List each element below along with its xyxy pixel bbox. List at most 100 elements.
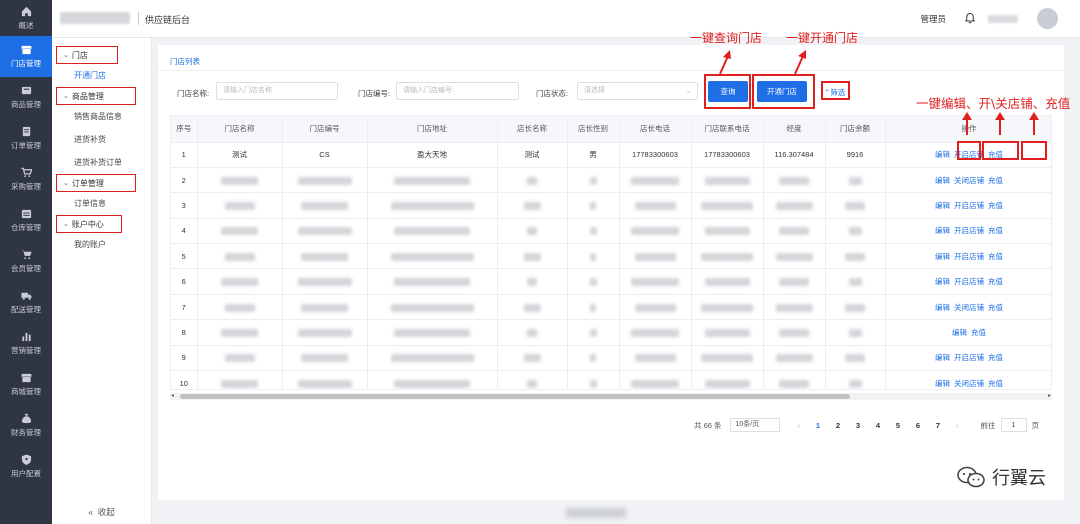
row-action-link[interactable]: 开启店铺 — [954, 226, 984, 235]
collapse-button[interactable]: « 收起 — [52, 506, 151, 518]
row-action-link[interactable]: 充值 — [988, 353, 1003, 362]
redacted-text — [301, 201, 348, 210]
table-cell-redacted — [567, 218, 620, 245]
row-action-link[interactable]: 充值 — [988, 277, 1003, 286]
submenu-item-restock-orders[interactable]: 进货补货订单 — [52, 151, 151, 174]
page-number[interactable]: 2 — [828, 421, 848, 430]
row-action-link[interactable]: 充值 — [988, 226, 1003, 235]
nav-item-cart[interactable]: 采购管理 — [0, 159, 52, 200]
avatar[interactable] — [1037, 8, 1058, 29]
store-table: 序号 门店名称 门店编号 门店地址 店长名称 店长性别 店长电话 门店联系电话 经度 门店余额 操作… — [170, 115, 1052, 390]
table-cell-redacted — [197, 370, 283, 389]
nav-item-member-cart[interactable]: 会员管理 — [0, 241, 52, 282]
redacted-text — [704, 176, 750, 185]
redacted-text — [701, 252, 753, 261]
row-action-link[interactable]: 编辑 — [952, 328, 967, 337]
redacted-text — [390, 303, 474, 312]
redacted-text — [701, 354, 753, 363]
page-number[interactable]: 7 — [928, 421, 948, 430]
admin-label[interactable]: 管理员 — [920, 13, 946, 25]
page-number[interactable]: 4 — [868, 421, 888, 430]
row-action-link[interactable]: 充值 — [988, 176, 1003, 185]
store-name-input[interactable]: 请输入门店名称 — [216, 82, 338, 100]
table-cell-index: 3 — [171, 192, 198, 219]
redacted-text — [775, 354, 813, 363]
next-page-icon[interactable]: › — [956, 421, 959, 430]
column-header: 门店联系电话 — [691, 116, 764, 143]
username[interactable] — [988, 15, 1018, 23]
redacted-text — [848, 176, 862, 185]
caret-down-icon: ⌄ — [63, 52, 69, 59]
submenu-item-restock[interactable]: 进货补货 — [52, 128, 151, 151]
submenu-item-open-store[interactable]: 开通门店 — [52, 64, 151, 87]
store-code-input[interactable]: 请输入门店编号: — [396, 82, 519, 100]
table-row: 10 编辑 关闭店铺 充值 — [171, 370, 1051, 389]
scrollbar-thumb[interactable] — [180, 394, 850, 399]
row-action-link[interactable]: 编辑 — [935, 303, 950, 312]
nav-item-truck[interactable]: 配送管理 — [0, 282, 52, 323]
row-action-link[interactable]: 编辑 — [935, 379, 950, 388]
nav-item-label: 财务管理 — [11, 428, 41, 437]
redacted-text — [704, 278, 750, 287]
horizontal-scrollbar[interactable]: ◂ ▸ — [170, 393, 1052, 400]
row-action-link[interactable]: 关闭店铺 — [954, 379, 984, 388]
nav-item-money-bag[interactable]: 财务管理 — [0, 405, 52, 446]
nav-item-shop[interactable]: 商城管理 — [0, 364, 52, 405]
nav-item-goods[interactable]: 商品管理 — [0, 77, 52, 118]
row-action-link[interactable]: 编辑 — [935, 353, 950, 362]
bell-icon[interactable] — [964, 12, 976, 24]
submenu-group-account[interactable]: ⌄ 账户中心 — [56, 215, 122, 233]
scroll-right-icon[interactable]: ▸ — [1048, 392, 1051, 399]
row-action-link[interactable]: 充值 — [988, 201, 1003, 210]
nav-item-home[interactable]: 概述 — [0, 0, 52, 36]
nav-item-bar-chart[interactable]: 营销管理 — [0, 323, 52, 364]
row-action-link[interactable]: 关闭店铺 — [954, 303, 984, 312]
money-bag-icon — [21, 413, 31, 424]
row-action-link[interactable]: 编辑 — [935, 252, 950, 261]
page-number[interactable]: 6 — [908, 421, 928, 430]
row-action-link[interactable]: 开启店铺 — [954, 252, 984, 261]
table-cell-redacted — [197, 218, 283, 245]
submenu-group-orders[interactable]: ⌄ 订单管理 — [56, 174, 136, 192]
row-action-link[interactable]: 关闭店铺 — [954, 176, 984, 185]
bar-chart-icon — [21, 332, 31, 342]
table-cell-index: 2 — [171, 167, 198, 194]
scroll-left-icon[interactable]: ◂ — [171, 392, 174, 399]
page-size-select[interactable]: 10条/页 — [729, 418, 780, 432]
prev-page-icon[interactable]: ‹ — [798, 421, 801, 430]
submenu-item-order-info[interactable]: 订单信息 — [52, 192, 151, 215]
row-action-link[interactable]: 编辑 — [935, 176, 950, 185]
card-title: 门店列表 — [170, 57, 200, 66]
row-action-link[interactable]: 编辑 — [935, 277, 950, 286]
nav-item-warehouse[interactable]: 仓库管理 — [0, 200, 52, 241]
row-action-link[interactable]: 编辑 — [935, 150, 950, 159]
submenu-group-goods[interactable]: ⌄ 商品管理 — [56, 87, 136, 105]
goto-input[interactable]: 1 — [1000, 418, 1027, 432]
submenu-item-my-account[interactable]: 我的账户 — [52, 233, 151, 256]
row-action-link[interactable]: 编辑 — [935, 201, 950, 210]
nav-item-order[interactable]: 订单管理 — [0, 118, 52, 159]
table-cell-redacted — [367, 167, 498, 194]
nav-item-store[interactable]: 门店管理 — [0, 36, 52, 77]
table-cell-redacted — [619, 294, 692, 321]
row-action-link[interactable]: 充值 — [988, 303, 1003, 312]
page-number[interactable]: 1 — [808, 421, 828, 430]
row-action-link[interactable]: 充值 — [988, 252, 1003, 261]
row-action-link[interactable]: 充值 — [988, 379, 1003, 388]
page-number[interactable]: 3 — [848, 421, 868, 430]
redacted-text — [394, 227, 470, 236]
nav-item-shield[interactable]: 用户配置 — [0, 446, 52, 487]
row-action-link[interactable]: 编辑 — [935, 226, 950, 235]
row-action-link[interactable]: 开启店铺 — [954, 353, 984, 362]
submenu-group-store[interactable]: ⌄ 门店 — [56, 46, 118, 64]
row-action-link[interactable]: 开启店铺 — [954, 277, 984, 286]
row-actions: 编辑 开启店铺 充值 — [885, 243, 1051, 270]
store-status-label: 门店状态: — [536, 89, 569, 98]
page-number[interactable]: 5 — [888, 421, 908, 430]
store-status-select[interactable]: 请选择 — [577, 82, 698, 100]
row-action-link[interactable]: 开启店铺 — [954, 201, 984, 210]
submenu-item-sales-goods[interactable]: 销售商品信息 — [52, 105, 151, 128]
row-action-link[interactable]: 充值 — [971, 328, 986, 337]
goods-icon — [21, 86, 31, 95]
column-header: 门店编号 — [282, 116, 368, 143]
